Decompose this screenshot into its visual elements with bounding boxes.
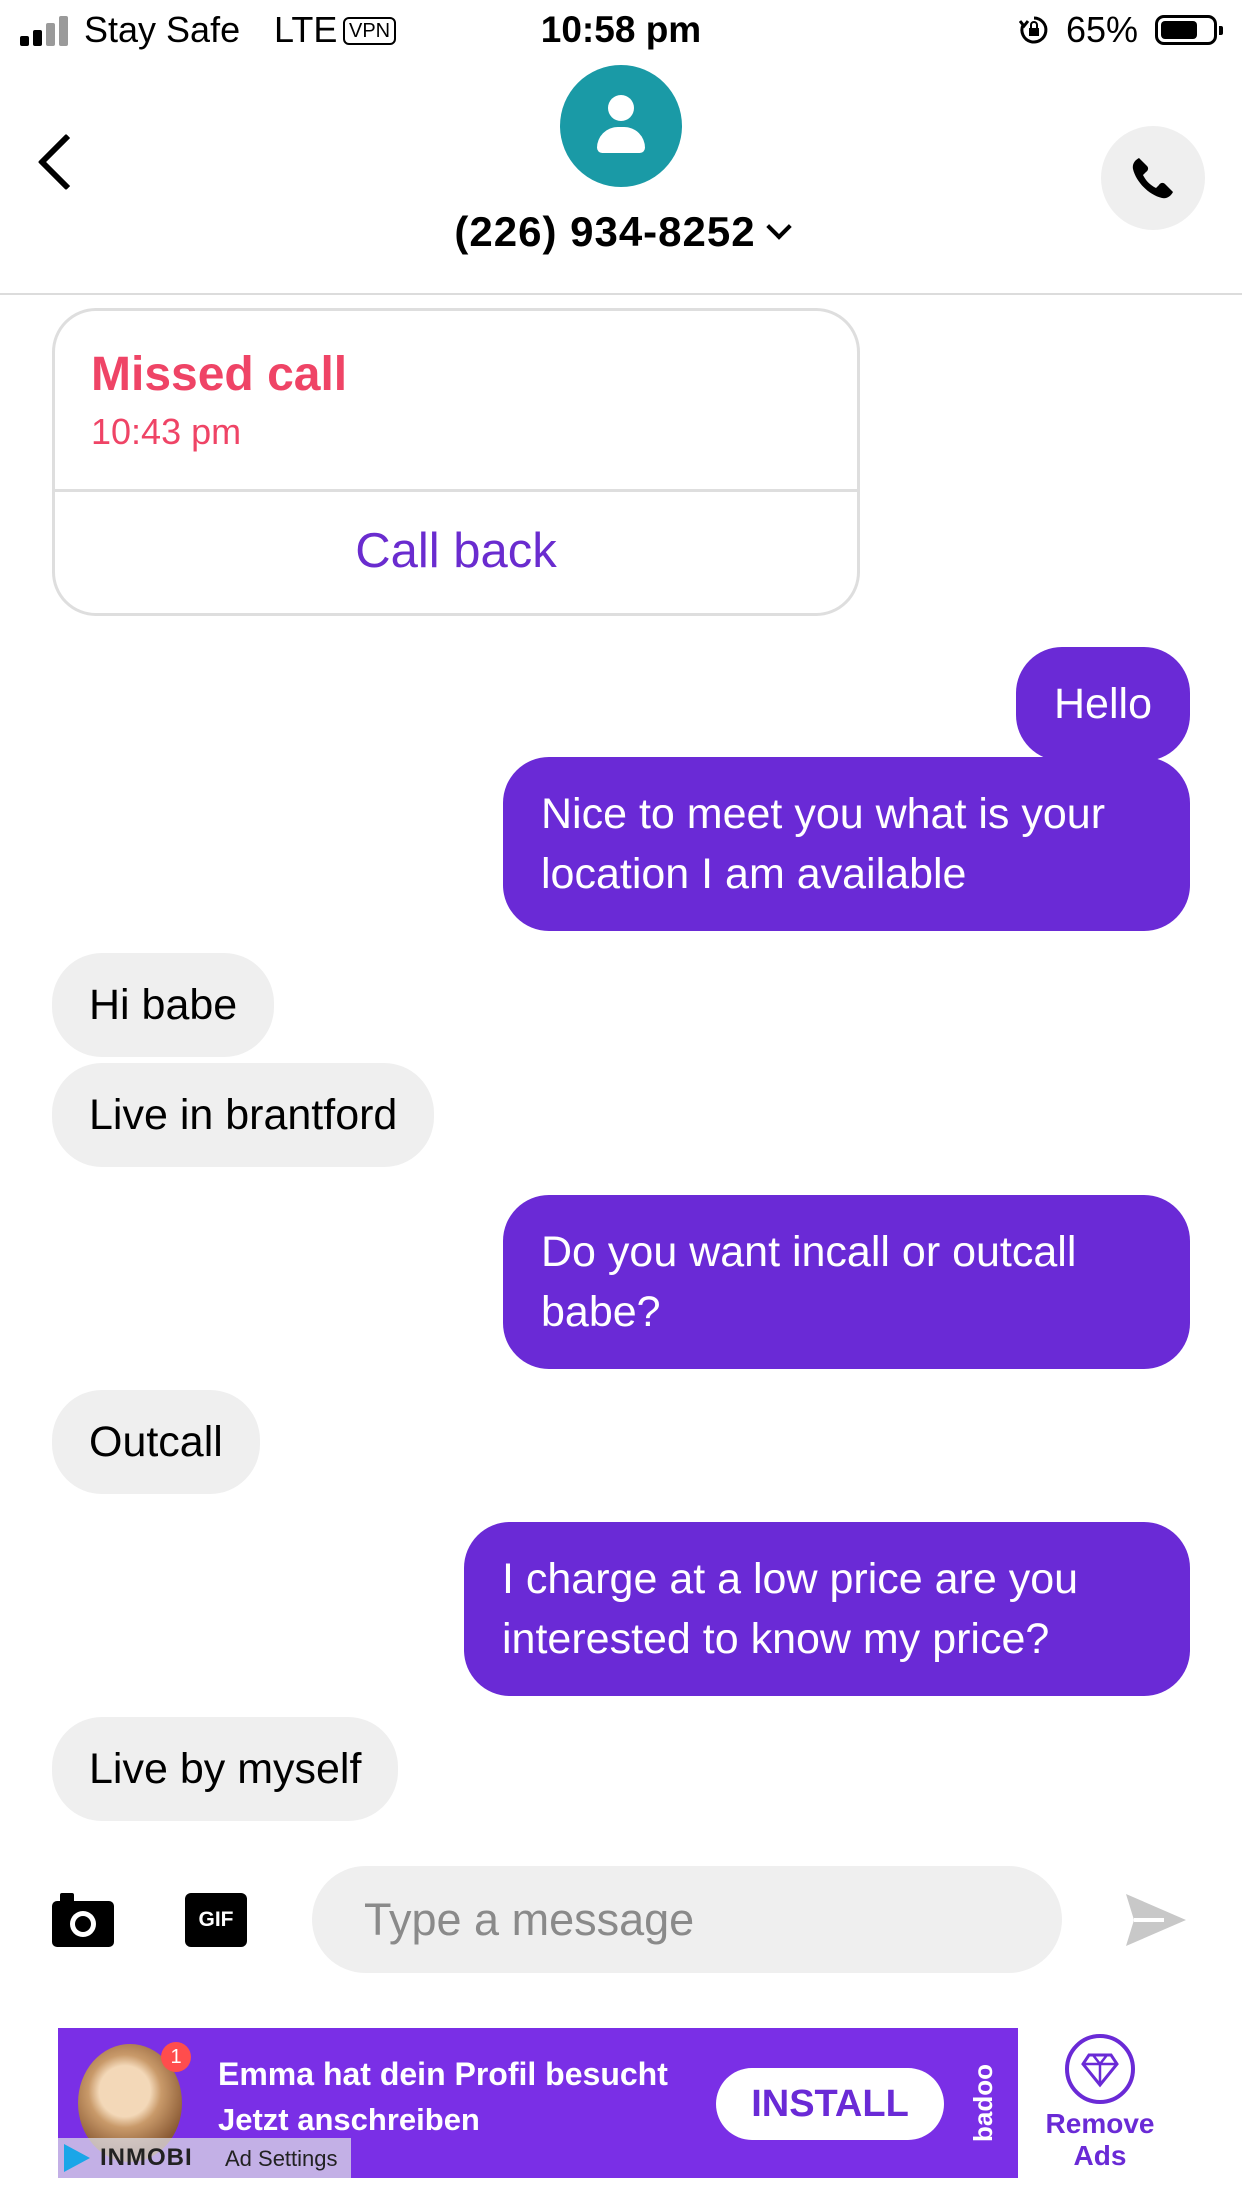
ad-headline: Emma hat dein Profil besucht [218,2056,668,2092]
ad-brand-logo: badoo [968,2064,998,2142]
status-bar: Stay Safe LTE VPN 10:58 pm 65% [0,0,1242,62]
message-incoming: Live in brantford [52,1063,435,1167]
missed-call-time: 10:43 pm [91,411,242,452]
missed-call-title: Missed call [91,348,348,401]
camera-button[interactable] [52,1893,114,1947]
message-outgoing: Do you want incall or outcall babe? [503,1195,1190,1369]
notification-badge: 1 [161,2042,191,2072]
remove-ads-label-line2: Ads [1073,2140,1127,2171]
diamond-icon [1065,2034,1135,2104]
status-time: 10:58 pm [540,9,702,50]
message-incoming: Live by myself [52,1717,399,1821]
missed-call-card: Missed call 10:43 pm Call back [52,308,860,616]
header-divider [0,293,1242,295]
ad-network-bar: INMOBI Ad Settings [58,2138,351,2178]
ad-network-name: INMOBI [100,2144,193,2171]
avatar[interactable] [560,65,682,187]
send-button[interactable] [1124,1890,1188,1950]
remove-ads-button[interactable]: Remove Ads [1040,2034,1160,2172]
message-outgoing: Nice to meet you what is your location I… [503,757,1190,931]
ad-banner[interactable]: 1 Emma hat dein Profil besucht Jetzt ans… [58,2028,1018,2178]
remove-ads-label-line1: Remove [1045,2108,1155,2139]
battery-percent: 65% [1066,9,1139,50]
message-input[interactable] [312,1866,1062,1973]
battery-icon [1155,15,1223,45]
phone-icon [1132,158,1173,199]
call-button[interactable] [1101,126,1205,230]
back-chevron-icon [37,133,95,191]
chevron-down-icon [765,214,792,240]
card-divider [55,489,857,492]
message-incoming: Outcall [52,1390,260,1494]
install-button[interactable]: INSTALL [716,2068,944,2140]
message-incoming: Hi babe [52,953,275,1057]
message-outgoing: Hello [1016,647,1190,761]
rotation-lock-icon [1019,16,1048,44]
call-back-button[interactable]: Call back [55,523,857,579]
ad-settings-link[interactable]: Ad Settings [225,2146,338,2172]
inmobi-logo-icon [64,2144,90,2172]
message-outgoing: I charge at a low price are you interest… [464,1522,1190,1696]
contact-number: (226) 934-8252 [454,208,756,255]
ad-subline: Jetzt anschreiben [218,2102,480,2137]
contact-name[interactable]: (226) 934-8252 [0,208,1242,256]
gif-button[interactable]: GIF [185,1893,247,1947]
